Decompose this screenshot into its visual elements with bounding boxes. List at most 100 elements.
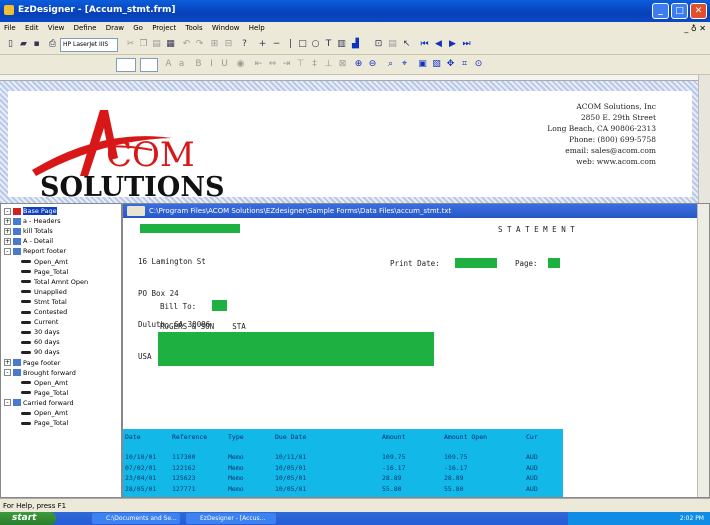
tree-node[interactable]: Page_Total — [21, 418, 68, 428]
redo-icon[interactable]: ↷ — [193, 38, 206, 51]
tree-node[interactable]: 60 days — [21, 337, 60, 347]
print-date-field[interactable] — [455, 258, 497, 268]
tree-node[interactable]: Open_Amt — [21, 257, 68, 267]
barcode-icon[interactable]: ▥ — [335, 38, 348, 51]
snap-icon[interactable]: ⊟ — [222, 38, 235, 51]
align-bottom-icon[interactable]: ⊥ — [322, 58, 335, 71]
tree-node[interactable]: + Page footer — [4, 358, 60, 368]
align-center-icon[interactable]: ⇔ — [266, 58, 279, 71]
bill-to-field[interactable] — [212, 300, 227, 311]
last-page-icon[interactable]: ⏭ — [460, 38, 473, 51]
bill-address-field[interactable] — [158, 332, 434, 366]
tree-node[interactable]: - Brought forward — [4, 368, 76, 378]
underline-icon[interactable]: U — [218, 58, 231, 71]
ellipse-icon[interactable]: ○ — [309, 38, 322, 51]
tree-node[interactable]: Open_Amt — [21, 378, 68, 388]
zoom-out-icon[interactable]: ⊖ — [366, 58, 379, 71]
print-icon[interactable]: ⎙ — [46, 38, 59, 51]
task-explorer[interactable]: C:\Documents and Se... — [92, 513, 180, 524]
mdi-window-controls[interactable]: _ ♁ ✕ — [684, 22, 706, 35]
menu-project[interactable]: Project — [152, 24, 176, 32]
move-icon[interactable]: ✥ — [444, 58, 457, 71]
save-icon[interactable]: ▪ — [30, 38, 43, 51]
open-icon[interactable]: ▰ — [17, 38, 30, 51]
expand-icon[interactable]: + — [4, 227, 11, 235]
cut-icon[interactable]: ✂ — [124, 38, 137, 51]
menu-define[interactable]: Define — [74, 24, 97, 32]
tree-node[interactable]: 90 days — [21, 347, 60, 357]
tree-node[interactable]: 30 days — [21, 327, 60, 337]
magnify-icon[interactable]: ⊙ — [472, 58, 485, 71]
menu-go[interactable]: Go — [133, 24, 143, 32]
menu-window[interactable]: Window — [212, 24, 240, 32]
page-field[interactable] — [548, 258, 560, 268]
layer-icon[interactable]: ▧ — [430, 58, 443, 71]
tree-node[interactable]: Open_Amt — [21, 408, 68, 418]
collapse-icon[interactable]: - — [4, 247, 11, 255]
undo-icon[interactable]: ↶ — [180, 38, 193, 51]
menu-file[interactable]: File — [4, 24, 16, 32]
table-icon[interactable]: ▤ — [386, 38, 399, 51]
start-button[interactable]: start — [0, 512, 56, 525]
tree-node[interactable]: Stmt Total — [21, 297, 67, 307]
snap-grid-icon[interactable]: ⌗ — [458, 58, 471, 71]
align-left-icon[interactable]: ⇤ — [252, 58, 265, 71]
find-icon[interactable]: ⌕ — [384, 58, 397, 71]
line-icon[interactable]: − — [270, 38, 283, 51]
paste-icon[interactable]: ▤ — [150, 38, 163, 51]
menu-tools[interactable]: Tools — [185, 24, 202, 32]
crosshair-icon[interactable]: + — [256, 38, 269, 51]
pointer-icon[interactable]: ↖ — [400, 38, 413, 51]
tree-node[interactable]: + A - Detail — [4, 236, 53, 246]
tree-node[interactable]: - Report footer — [4, 246, 66, 256]
tree-node[interactable]: - Base Page — [4, 206, 57, 216]
tree-node[interactable]: Contested — [21, 307, 67, 317]
font-grow-icon[interactable]: A — [162, 58, 175, 71]
menu-help[interactable]: Help — [249, 24, 265, 32]
tree-node[interactable]: Total Amnt Open — [21, 277, 88, 287]
menu-view[interactable]: View — [48, 24, 65, 32]
style-select[interactable] — [140, 58, 158, 72]
chart-icon[interactable]: ▟ — [349, 38, 362, 51]
printer-select[interactable]: HP LaserJet IIIS — [60, 38, 118, 52]
tree-node[interactable]: + a - Headers — [4, 216, 61, 226]
rect-icon[interactable]: □ — [296, 38, 309, 51]
expand-icon[interactable]: + — [4, 359, 11, 366]
replace-icon[interactable]: ⌖ — [398, 58, 411, 71]
bold-icon[interactable]: B — [192, 58, 205, 71]
align-top-icon[interactable]: ⊤ — [294, 58, 307, 71]
tree-node[interactable]: Current — [21, 317, 58, 327]
doc-scrollbar[interactable] — [697, 204, 709, 497]
align-middle-icon[interactable]: ‡ — [308, 58, 321, 71]
grid-icon[interactable]: ⊞ — [208, 38, 221, 51]
tree-node[interactable]: - Carried forward — [4, 398, 74, 408]
design-scrollbar[interactable] — [698, 75, 710, 203]
italic-icon[interactable]: I — [205, 58, 218, 71]
color-icon[interactable]: ◉ — [234, 58, 247, 71]
properties-icon[interactable]: ▦ — [164, 38, 177, 51]
zoom-in-icon[interactable]: ⊕ — [352, 58, 365, 71]
text-icon[interactable]: T — [322, 38, 335, 51]
task-ezdesigner[interactable]: EzDesigner - [Accus... — [186, 513, 276, 524]
font-size-select[interactable] — [116, 58, 136, 72]
tree-node[interactable]: + kill Totals — [4, 226, 53, 236]
align-right-icon[interactable]: ⇥ — [280, 58, 293, 71]
copy-icon[interactable]: ❐ — [137, 38, 150, 51]
maximize-button[interactable]: □ — [671, 3, 688, 19]
menu-edit[interactable]: Edit — [25, 24, 39, 32]
help-icon[interactable]: ? — [238, 38, 251, 51]
collapse-icon[interactable]: - — [4, 369, 11, 377]
collapse-icon[interactable]: - — [4, 207, 11, 215]
next-page-icon[interactable]: ▶ — [446, 38, 459, 51]
name-field[interactable] — [140, 224, 240, 233]
tree-node[interactable]: Page_Total — [21, 267, 68, 277]
image-icon[interactable]: ⊡ — [372, 38, 385, 51]
expand-icon[interactable]: + — [4, 237, 11, 245]
minimize-button[interactable]: _ — [652, 3, 669, 19]
first-page-icon[interactable]: ⏮ — [418, 38, 431, 51]
group-icon[interactable]: ⊠ — [336, 58, 349, 71]
menu-draw[interactable]: Draw — [106, 24, 124, 32]
close-button[interactable]: ✕ — [690, 3, 707, 19]
tree-node[interactable]: Unapplied — [21, 287, 67, 297]
collapse-icon[interactable]: - — [4, 399, 11, 407]
